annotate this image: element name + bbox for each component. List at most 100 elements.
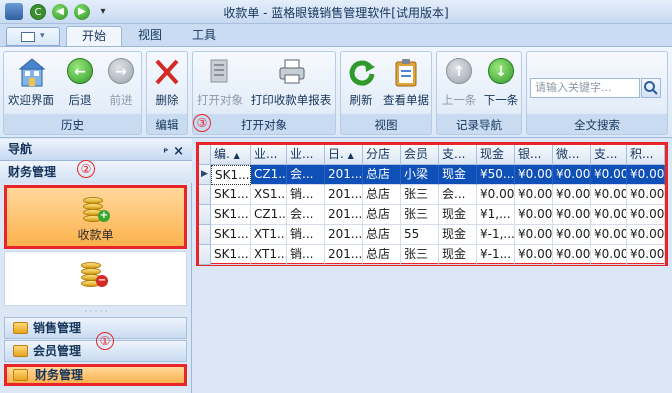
table-cell[interactable]: ¥0.00 (591, 165, 627, 185)
table-cell[interactable]: ¥0.00 (477, 185, 515, 205)
table-row[interactable]: SK1... XS1... 销... 201... 总店 张三 会... ¥0.00 ¥0.00… (199, 185, 665, 205)
nav-group-sales[interactable]: 销售管理 (4, 317, 187, 339)
table-cell[interactable]: 现金 (439, 245, 477, 265)
table-cell[interactable]: 小梁 (401, 165, 439, 185)
table-cell[interactable]: 现金 (439, 205, 477, 225)
table-cell[interactable]: ¥0.00 (553, 225, 591, 245)
col-header[interactable]: 业... (251, 145, 287, 165)
table-cell[interactable]: 销... (287, 225, 325, 245)
table-cell[interactable]: 总店 (363, 185, 401, 205)
table-cell[interactable]: ¥0.00 (591, 185, 627, 205)
app-menu-button[interactable]: ▾ (6, 27, 60, 46)
navigation-pane: 导航 ᴾ × 财务管理 ▼ + 收款单 − · · · · · 销售管理 会员管… (0, 139, 192, 393)
table-cell[interactable]: 现金 (439, 165, 477, 185)
table-cell[interactable]: 55 (401, 225, 439, 245)
table-cell[interactable]: 销... (287, 185, 325, 205)
nav-section-finance[interactable]: 财务管理 (0, 161, 192, 183)
search-input[interactable]: 请输入关键字... (530, 78, 640, 98)
table-cell[interactable]: 张三 (401, 245, 439, 265)
tab-start[interactable]: 开始 (66, 26, 122, 46)
nav-group-finance[interactable]: 财务管理 (4, 364, 187, 386)
table-cell[interactable]: 201... (325, 185, 363, 205)
table-cell[interactable]: 会... (287, 205, 325, 225)
table-cell[interactable]: 总店 (363, 165, 401, 185)
grid-area: 编. ▲ 业... 业... 日. ▲ 分店 会员 支... 现金 银... 微… (193, 139, 672, 393)
table-cell[interactable]: ¥0.00 (591, 245, 627, 265)
current-row-indicator-icon[interactable]: ▶ (199, 165, 211, 185)
col-header[interactable]: 分店 (363, 145, 401, 165)
table-cell[interactable]: ¥0.00 (627, 185, 665, 205)
table-row[interactable]: SK1... CZ1... 会... 201... 总店 张三 现金 ¥1,... ¥0.00 ¥… (199, 205, 665, 225)
row-header[interactable] (199, 225, 211, 245)
col-header[interactable]: 支... (591, 145, 627, 165)
table-cell[interactable]: SK1... (211, 205, 251, 225)
col-header[interactable]: 会员 (401, 145, 439, 165)
table-cell[interactable]: 张三 (401, 205, 439, 225)
table-cell[interactable]: 总店 (363, 245, 401, 265)
table-row[interactable]: ▶ SK1... CZ1... 会... 201... 总店 小梁 现金 ¥50... ¥0.00… (199, 165, 665, 185)
table-row[interactable]: SK1... XT1... 销... 201... 总店 张三 现金 ¥-1... ¥0.00 ¥… (199, 245, 665, 265)
table-cell[interactable]: CZ1... (251, 205, 287, 225)
search-icon (644, 81, 658, 95)
table-cell[interactable]: ¥0.00 (515, 225, 553, 245)
tab-view[interactable]: 视图 (128, 26, 172, 46)
table-cell[interactable]: XT1... (251, 245, 287, 265)
table-cell[interactable]: ¥0.00 (627, 245, 665, 265)
table-cell[interactable]: 总店 (363, 205, 401, 225)
table-cell[interactable]: 总店 (363, 225, 401, 245)
nav-item-payment[interactable]: − (4, 251, 187, 306)
tab-tools[interactable]: 工具 (182, 26, 226, 46)
table-cell[interactable]: ¥0.00 (553, 185, 591, 205)
search-button[interactable] (641, 78, 661, 98)
table-cell[interactable]: SK1... (211, 185, 251, 205)
col-header[interactable]: 银... (515, 145, 553, 165)
table-cell[interactable]: ¥0.00 (515, 245, 553, 265)
table-cell[interactable]: 201... (325, 245, 363, 265)
table-cell[interactable]: SK1... (211, 165, 251, 185)
table-cell[interactable]: ¥0.00 (553, 245, 591, 265)
plus-badge-icon: + (98, 210, 110, 222)
col-header[interactable]: 日. ▲ (325, 145, 363, 165)
table-cell[interactable]: ¥0.00 (591, 205, 627, 225)
table-cell[interactable]: ¥0.00 (515, 205, 553, 225)
col-header[interactable]: 微... (553, 145, 591, 165)
row-header[interactable] (199, 245, 211, 265)
table-cell[interactable]: 会... (439, 185, 477, 205)
table-cell[interactable]: 现金 (439, 225, 477, 245)
nav-group-members-label: 会员管理 (33, 344, 82, 358)
table-cell[interactable]: XS1... (251, 185, 287, 205)
table-cell[interactable]: CZ1... (251, 165, 287, 185)
row-header[interactable] (199, 205, 211, 225)
col-header[interactable]: 编. ▲ (211, 145, 251, 165)
splitter-grip[interactable]: · · · · · (0, 308, 192, 316)
table-cell[interactable]: XT1... (251, 225, 287, 245)
nav-item-receipt[interactable]: + 收款单 (4, 185, 187, 249)
table-cell[interactable]: ¥0.00 (553, 165, 591, 185)
col-header[interactable]: 积... (627, 145, 665, 165)
table-cell[interactable]: ¥1,... (477, 205, 515, 225)
col-header[interactable]: 业... (287, 145, 325, 165)
table-cell[interactable]: ¥0.00 (627, 205, 665, 225)
table-cell[interactable]: ¥0.00 (515, 185, 553, 205)
table-cell[interactable]: ¥-1,... (477, 225, 515, 245)
table-cell[interactable]: ¥50... (477, 165, 515, 185)
table-cell[interactable]: SK1... (211, 225, 251, 245)
table-cell[interactable]: 201... (325, 205, 363, 225)
table-cell[interactable]: ¥0.00 (627, 165, 665, 185)
table-cell[interactable]: ¥0.00 (627, 225, 665, 245)
table-cell[interactable]: ¥0.00 (591, 225, 627, 245)
table-cell[interactable]: SK1... (211, 245, 251, 265)
table-cell[interactable]: ¥0.00 (515, 165, 553, 185)
table-cell[interactable]: 会... (287, 165, 325, 185)
table-cell[interactable]: 销... (287, 245, 325, 265)
table-cell[interactable]: ¥-1... (477, 245, 515, 265)
table-cell[interactable]: 201... (325, 225, 363, 245)
table-cell[interactable]: 张三 (401, 185, 439, 205)
row-header[interactable] (199, 185, 211, 205)
col-header[interactable]: 支... (439, 145, 477, 165)
table-cell[interactable]: 201... (325, 165, 363, 185)
close-icon[interactable]: × (173, 141, 184, 162)
table-row[interactable]: SK1... XT1... 销... 201... 总店 55 现金 ¥-1,... ¥0.00… (199, 225, 665, 245)
col-header[interactable]: 现金 (477, 145, 515, 165)
table-cell[interactable]: ¥0.00 (553, 205, 591, 225)
